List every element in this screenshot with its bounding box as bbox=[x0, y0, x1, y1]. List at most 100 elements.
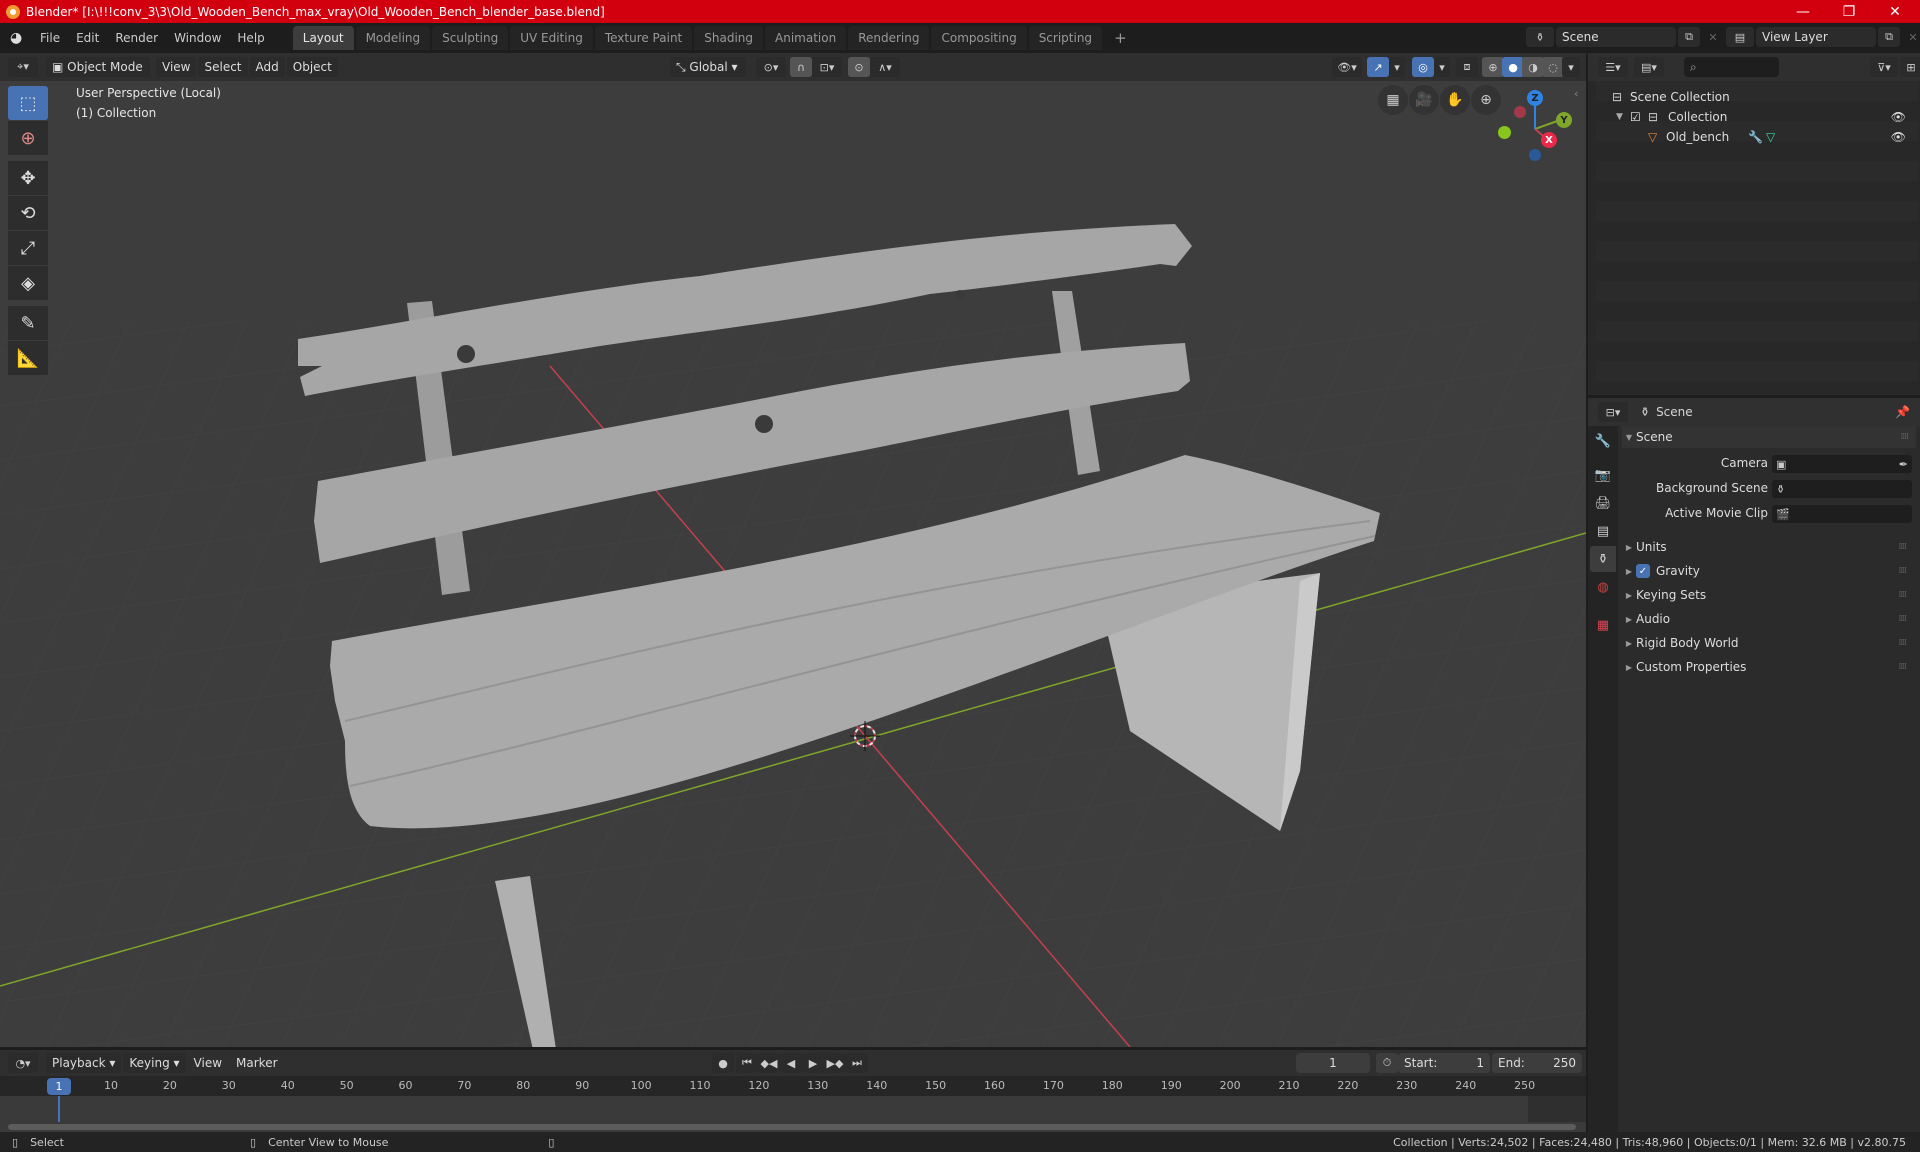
gizmo-x-axis[interactable]: X bbox=[1541, 132, 1557, 148]
custom-properties-panel[interactable]: ▶ Custom Properties ⁞⁞⁞⁞ bbox=[1622, 656, 1914, 678]
end-frame-field[interactable]: End: 250 bbox=[1492, 1053, 1582, 1073]
pin-icon[interactable]: 📌 bbox=[1895, 405, 1910, 419]
prev-keyframe-button[interactable]: ◆◀ bbox=[758, 1053, 780, 1073]
material-shading-icon[interactable]: ◑ bbox=[1522, 57, 1544, 77]
tab-texture[interactable]: ▦ bbox=[1590, 612, 1616, 638]
rotate-tool[interactable]: ⟲ bbox=[8, 196, 48, 230]
properties-editor-type-icon[interactable]: ⊟▾ bbox=[1598, 402, 1628, 422]
pan-view-icon[interactable]: ✋ bbox=[1440, 85, 1470, 115]
overlay-dropdown-icon[interactable]: ▾ bbox=[1434, 57, 1450, 77]
tab-tool[interactable]: 🔧 bbox=[1590, 428, 1616, 454]
outliner-search-input[interactable]: ⌕ bbox=[1684, 57, 1779, 77]
rigid-body-world-panel[interactable]: ▶ Rigid Body World ⁞⁞⁞⁞ bbox=[1622, 632, 1914, 654]
units-panel[interactable]: ▶ Units ⁞⁞⁞⁞ bbox=[1622, 536, 1914, 558]
proportional-edit-icon[interactable]: ⊙ bbox=[848, 57, 870, 77]
camera-view-icon[interactable]: 🎥 bbox=[1409, 85, 1439, 115]
view-layer-selector-icon[interactable]: ▤ bbox=[1726, 27, 1754, 47]
keying-sets-panel[interactable]: ▶ Keying Sets ⁞⁞⁞⁞ bbox=[1622, 584, 1914, 606]
tab-texture-paint[interactable]: Texture Paint bbox=[594, 26, 693, 50]
tab-sculpting[interactable]: Sculpting bbox=[432, 26, 509, 50]
playback-menu[interactable]: Playback ▾ bbox=[46, 1053, 122, 1073]
scene-panel-header[interactable]: ▼ Scene ⁞⁞⁞⁞ bbox=[1622, 426, 1916, 448]
drag-handle-icon[interactable]: ⁞⁞⁞⁞ bbox=[1899, 614, 1908, 624]
menu-file[interactable]: File bbox=[32, 27, 68, 49]
object-mode-dropdown[interactable]: ▣ Object Mode ▾ bbox=[46, 57, 150, 94]
tab-world[interactable]: ◍ bbox=[1590, 574, 1616, 600]
sidebar-toggle-icon[interactable]: ‹ bbox=[1574, 87, 1578, 100]
menu-view[interactable]: View bbox=[156, 57, 197, 77]
tab-render[interactable]: 📷 bbox=[1590, 462, 1616, 488]
menu-select[interactable]: Select bbox=[198, 57, 248, 77]
falloff-icon[interactable]: ∧▾ bbox=[870, 57, 900, 77]
timeline-scrollbar[interactable] bbox=[8, 1124, 1576, 1130]
drag-handle-icon[interactable]: ⁞⁞⁞⁞ bbox=[1899, 638, 1908, 648]
gizmo-neg-y-axis[interactable] bbox=[1498, 126, 1511, 139]
menu-window[interactable]: Window bbox=[166, 27, 229, 49]
tab-rendering[interactable]: Rendering bbox=[848, 26, 930, 50]
tab-view-layer[interactable]: ▤ bbox=[1590, 518, 1616, 544]
maximize-button[interactable]: ❐ bbox=[1826, 0, 1872, 23]
drag-handle-icon[interactable]: ⁞⁞⁞⁞ bbox=[1901, 432, 1910, 442]
menu-edit[interactable]: Edit bbox=[68, 27, 107, 49]
active-movie-clip-field[interactable]: 🎬 bbox=[1772, 505, 1912, 523]
menu-object[interactable]: Object bbox=[286, 57, 338, 77]
background-scene-field[interactable]: ⚱ bbox=[1772, 480, 1912, 498]
timeline-view-menu[interactable]: View bbox=[188, 1053, 228, 1073]
tab-output[interactable]: 🖨 bbox=[1590, 490, 1616, 516]
jump-start-button[interactable]: ⏮ bbox=[736, 1053, 758, 1073]
tab-animation[interactable]: Animation bbox=[765, 26, 847, 50]
transform-tool[interactable]: ◈ bbox=[8, 266, 48, 300]
visibility-icon[interactable]: 👁▾ bbox=[1332, 57, 1362, 77]
camera-field[interactable]: ▣ ✒ bbox=[1772, 455, 1912, 473]
drag-handle-icon[interactable]: ⁞⁞⁞⁞ bbox=[1899, 542, 1908, 552]
solid-shading-icon[interactable]: ● bbox=[1502, 57, 1524, 77]
outliner-collection[interactable]: ▼ ☑ ⊟ Collection 👁 bbox=[1588, 107, 1920, 127]
outliner-scene-collection[interactable]: ⊟ Scene Collection bbox=[1588, 87, 1920, 107]
jump-end-button[interactable]: ⏭ bbox=[846, 1053, 868, 1073]
outliner-object-old-bench[interactable]: ▽ Old_bench 🔧 ▽ 👁 bbox=[1588, 127, 1920, 147]
add-workspace-button[interactable]: + bbox=[1104, 26, 1137, 50]
record-button[interactable]: ● bbox=[712, 1053, 734, 1073]
minimize-button[interactable]: — bbox=[1780, 0, 1826, 23]
overlay-toggle-icon[interactable]: ◎ bbox=[1412, 57, 1434, 77]
transform-orientation-dropdown[interactable]: ⤡ Global ▾ bbox=[670, 57, 746, 77]
gizmo-neg-x-axis[interactable] bbox=[1514, 106, 1526, 118]
new-view-layer-button[interactable]: ⧉ bbox=[1878, 27, 1900, 47]
filter-icon[interactable]: ⊽▾ bbox=[1870, 57, 1898, 77]
marker-menu[interactable]: Marker bbox=[230, 1053, 283, 1073]
drag-handle-icon[interactable]: ⁞⁞⁞⁞ bbox=[1899, 566, 1908, 576]
drag-handle-icon[interactable]: ⁞⁞⁞⁞ bbox=[1899, 662, 1908, 672]
measure-tool[interactable]: 📐 bbox=[8, 341, 48, 375]
play-button[interactable]: ▶ bbox=[802, 1053, 824, 1073]
playhead-frame-indicator[interactable]: 1 bbox=[47, 1078, 71, 1095]
editor-type-icon[interactable]: ⌖▾ bbox=[8, 57, 38, 77]
move-tool[interactable]: ✥ bbox=[8, 161, 48, 195]
tab-scripting[interactable]: Scripting bbox=[1028, 26, 1103, 50]
gizmo-y-axis[interactable]: Y bbox=[1556, 112, 1572, 128]
gizmo-dropdown-icon[interactable]: ▾ bbox=[1389, 57, 1405, 77]
cursor-tool[interactable]: ⊕ bbox=[8, 121, 48, 155]
use-preview-range-icon[interactable]: ⏱ bbox=[1376, 1053, 1398, 1073]
tab-compositing[interactable]: Compositing bbox=[931, 26, 1027, 50]
shading-dropdown-icon[interactable]: ▾ bbox=[1562, 57, 1580, 77]
tab-scene[interactable]: ⚱ bbox=[1590, 546, 1616, 572]
delete-view-layer-button[interactable]: ✕ bbox=[1902, 27, 1920, 47]
toggle-camera-grid-icon[interactable]: ▦ bbox=[1378, 85, 1408, 115]
play-reverse-button[interactable]: ◀ bbox=[780, 1053, 802, 1073]
blender-menu-icon[interactable]: ◕ bbox=[10, 30, 26, 46]
close-button[interactable]: ✕ bbox=[1872, 0, 1918, 23]
current-frame-field[interactable]: 1 bbox=[1296, 1053, 1370, 1073]
tab-layout[interactable]: Layout bbox=[292, 26, 354, 50]
tab-modeling[interactable]: Modeling bbox=[355, 26, 431, 50]
mesh-data-icon[interactable]: ▽ bbox=[1766, 130, 1775, 144]
visibility-eye-icon[interactable]: 👁 bbox=[1891, 130, 1906, 144]
frame-ruler[interactable]: 1 10 20 30 40 50 60 70 80 90 100 110 120 130 140 150 16… bbox=[0, 1076, 1586, 1096]
tab-uv-editing[interactable]: UV Editing bbox=[510, 26, 593, 50]
select-box-tool[interactable]: ⬚ bbox=[8, 86, 48, 120]
pivot-point-icon[interactable]: ⊙▾ bbox=[756, 57, 786, 77]
start-frame-field[interactable]: Start: 1 bbox=[1398, 1053, 1490, 1073]
timeline-editor-type-icon[interactable]: ◔▾ bbox=[8, 1053, 38, 1073]
xray-toggle-icon[interactable]: ⧈ bbox=[1456, 57, 1478, 77]
menu-add[interactable]: Add bbox=[249, 57, 285, 77]
rendered-shading-icon[interactable]: ◌ bbox=[1542, 57, 1564, 77]
